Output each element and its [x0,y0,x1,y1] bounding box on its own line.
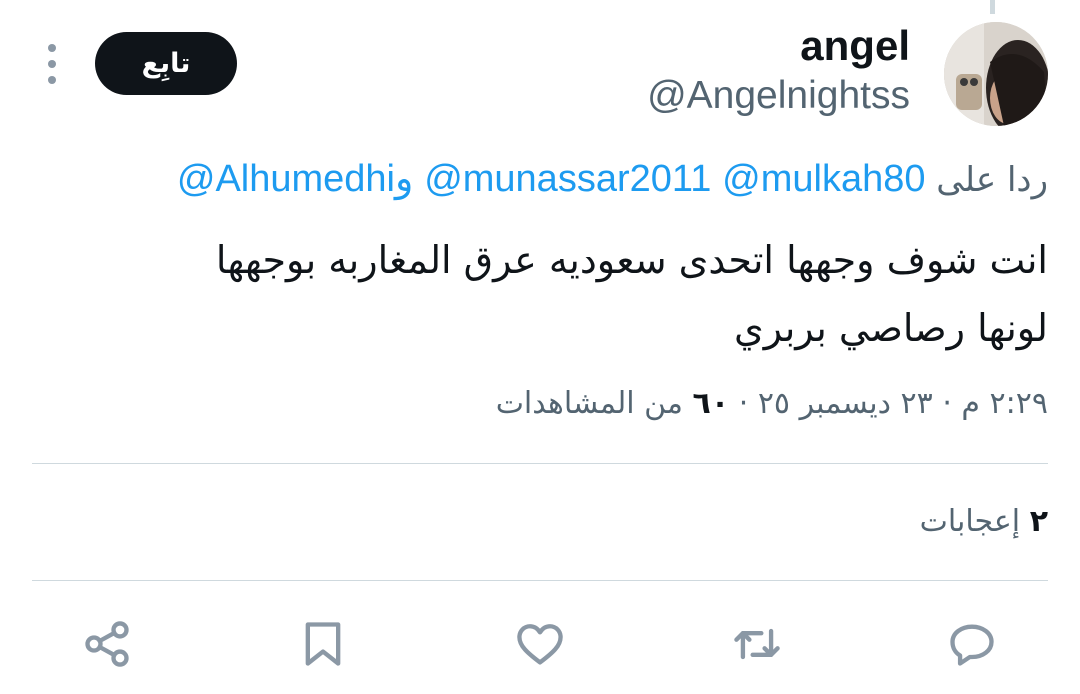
tweet-time[interactable]: ٢:٢٩ م [961,386,1048,421]
more-dot [48,76,56,84]
tweet-meta: ٢:٢٩ م · ٢٣ ديسمبر ٢٥ · ٦٠ من المشاهدات [496,382,1048,426]
bookmark-icon[interactable] [291,612,355,676]
reply-and: و [395,158,414,200]
follow-button[interactable]: تابِع [95,32,237,95]
reply-prefix: ردا على [936,160,1048,200]
tweet-line: لونها رصاصي بربري [733,306,1048,350]
retweet-icon[interactable] [725,612,789,676]
reply-icon[interactable] [940,612,1004,676]
tweet-date[interactable]: ٢٣ ديسمبر ٢٥ [758,386,933,421]
mention-link[interactable]: @Alhumedhi [177,158,395,200]
meta-separator: · [942,386,952,421]
more-dot [48,44,56,52]
thread-connector [990,0,995,14]
views-label: من المشاهدات [495,386,683,421]
divider [32,580,1048,581]
views-count: ٦٠ [692,386,730,421]
action-bar [0,612,1080,676]
share-icon[interactable] [75,612,139,676]
tweet-line: انت شوف وجهها اتحدى سعوديه عرق المغاربه … [215,238,1048,282]
replying-to: ردا على @mulkah80 @munassar2011 و@Alhume… [177,154,1048,205]
mention-link[interactable]: @mulkah80 [722,158,925,200]
divider [32,463,1048,464]
avatar[interactable] [944,22,1048,126]
user-handle[interactable]: @Angelnightss [647,72,910,120]
mention-link[interactable]: @munassar2011 [424,158,711,200]
more-dot [48,60,56,68]
more-vertical-icon[interactable] [40,44,64,84]
avatar-image [944,22,1048,126]
like-icon[interactable] [508,612,572,676]
likes-stat[interactable]: ٢ إعجابات [920,498,1048,546]
likes-count: ٢ [1029,504,1048,539]
meta-separator: · [738,386,749,421]
display-name[interactable]: angel [800,20,910,72]
likes-label: إعجابات [919,504,1021,539]
tweet-text: انت شوف وجهها اتحدى سعوديه عرق المغاربه … [38,226,1048,362]
